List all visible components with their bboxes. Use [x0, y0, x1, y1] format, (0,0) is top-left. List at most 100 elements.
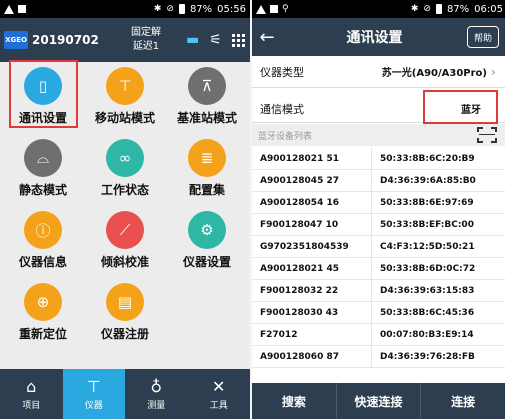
- tile-config-set[interactable]: ≣ 配置集: [166, 136, 248, 200]
- device-name: A900128060 87: [252, 346, 372, 367]
- location-pin-icon: ♁: [150, 376, 163, 396]
- tile-base-mode[interactable]: ⊼ 基准站模式: [166, 64, 248, 128]
- tab-project[interactable]: ⌂ 项目: [0, 369, 63, 419]
- receiver-settings-icon: ⚙: [188, 211, 226, 249]
- device-row[interactable]: F900128030 43 50:33:8B:6C:45:36: [252, 302, 505, 324]
- device-name: F27012: [252, 324, 372, 345]
- action-bar: 搜索 快速连接 连接: [252, 383, 505, 419]
- app-header: XGEO 20190702 固定解 延迟1 ▬ ⚟: [0, 18, 250, 62]
- fix-info: 固定解 延迟1: [112, 26, 180, 54]
- battery-level: 87%: [189, 3, 213, 15]
- battery-icon: [178, 4, 185, 14]
- highlight-comm-settings: [9, 60, 78, 128]
- device-name: A900128021 51: [252, 148, 372, 169]
- clock: 05:56: [217, 3, 246, 15]
- device-row[interactable]: A900128045 27 D4:36:39:6A:85:B0: [252, 170, 505, 192]
- device-list-title: 蓝牙设备列表: [258, 131, 313, 142]
- no-signal-icon: ⊘: [166, 4, 174, 14]
- satellite-icon[interactable]: ⚟: [209, 32, 222, 48]
- static-receiver-icon: ⌓: [24, 139, 62, 177]
- device-name: A900128021 45: [252, 258, 372, 279]
- register-icon: ▤: [106, 283, 144, 321]
- fix-status: 固定解: [131, 27, 161, 38]
- no-signal-icon: ⊘: [423, 4, 431, 14]
- app-logo: XGEO: [4, 31, 28, 49]
- device-type-row[interactable]: 仪器类型 苏一光(A90/A30Pro) ›: [252, 56, 505, 88]
- quick-connect-button[interactable]: 快速连接: [337, 383, 422, 419]
- highlight-comm-mode: [423, 90, 498, 124]
- comm-mode-label: 通信模式: [260, 102, 304, 116]
- device-mac: D4:36:39:63:15:83: [380, 285, 475, 296]
- warning-icon: [4, 4, 14, 14]
- receiver-status-icon[interactable]: ▬: [186, 32, 199, 48]
- back-arrow-icon[interactable]: ←: [252, 27, 282, 48]
- tile-instrument-register[interactable]: ▤ 仪器注册: [84, 280, 166, 344]
- connect-button[interactable]: 连接: [421, 383, 505, 419]
- device-row[interactable]: A900128054 16 50:33:8B:6E:97:69: [252, 192, 505, 214]
- device-name: A900128054 16: [252, 192, 372, 213]
- rover-receiver-icon: ⊤: [106, 67, 144, 105]
- tab-instrument[interactable]: ⊤ 仪器: [62, 369, 125, 419]
- device-type-value: 苏一光(A90/A30Pro): [381, 68, 487, 79]
- tools-icon: ✕: [212, 376, 226, 396]
- device-row[interactable]: A900128021 45 50:33:8B:6D:0C:72: [252, 258, 505, 280]
- device-name: F900128030 43: [252, 302, 372, 323]
- search-button[interactable]: 搜索: [252, 383, 337, 419]
- tile-static-mode[interactable]: ⌓ 静态模式: [2, 136, 84, 200]
- device-mac: 50:33:8B:6D:0C:72: [380, 263, 476, 274]
- help-button[interactable]: 帮助: [467, 26, 499, 48]
- project-date: 20190702: [32, 33, 99, 47]
- info-receiver-icon: ⓘ: [24, 211, 62, 249]
- notification-icon: [18, 5, 26, 13]
- device-row[interactable]: F27012 00:07:80:B3:E9:14: [252, 324, 505, 346]
- device-name: G9702351804539: [252, 236, 372, 257]
- device-type-label: 仪器类型: [260, 65, 304, 79]
- delay-status: 延迟1: [132, 41, 160, 52]
- comm-settings-screen: ⚲ ✱ ⊘ 87% 06:05 ← 通讯设置 帮助 仪器类型 苏一光(A90/A…: [252, 0, 505, 419]
- tile-tilt-calibration[interactable]: ⟋ 倾斜校准: [84, 208, 166, 272]
- bluetooth-icon: ✱: [153, 4, 162, 14]
- warning-icon: [256, 4, 266, 14]
- device-mac: 50:33:8B:6E:97:69: [380, 197, 474, 208]
- device-mac: 00:07:80:B3:E9:14: [380, 329, 474, 340]
- instrument-menu-screen: ✱ ⊘ 87% 05:56 XGEO 20190702 固定解 延迟1 ▬ ⚟ …: [0, 0, 250, 419]
- link-icon: ∞: [106, 139, 144, 177]
- notification-icon: [270, 5, 278, 13]
- scan-qr-icon[interactable]: [477, 127, 497, 143]
- relocate-icon: ⊕: [24, 283, 62, 321]
- tile-rover-mode[interactable]: ⊤ 移动站模式: [84, 64, 166, 128]
- base-station-icon: ⊼: [188, 67, 226, 105]
- bottom-tab-bar: ⌂ 项目 ⊤ 仪器 ♁ 测量 ✕ 工具: [0, 369, 250, 419]
- device-name: F900128047 10: [252, 214, 372, 235]
- device-name: F900128032 22: [252, 280, 372, 301]
- device-list-header: 蓝牙设备列表: [252, 124, 505, 146]
- device-row[interactable]: F900128047 10 50:33:8B:EF:BC:00: [252, 214, 505, 236]
- chevron-right-icon: ›: [491, 64, 496, 79]
- device-mac: 50:33:8B:6C:45:36: [380, 307, 475, 318]
- device-name: A900128045 27: [252, 170, 372, 191]
- tile-relocate[interactable]: ⊕ 重新定位: [2, 280, 84, 344]
- bluetooth-icon: ✱: [410, 4, 419, 14]
- page-title: 通讯设置: [346, 30, 403, 46]
- tile-instrument-info[interactable]: ⓘ 仪器信息: [2, 208, 84, 272]
- clock: 06:05: [474, 3, 503, 15]
- tab-tools[interactable]: ✕ 工具: [188, 369, 251, 419]
- device-mac: 50:33:8B:EF:BC:00: [380, 219, 474, 230]
- tilt-icon: ⟋: [106, 211, 144, 249]
- status-bar: ✱ ⊘ 87% 05:56: [0, 0, 250, 18]
- tile-work-status[interactable]: ∞ 工作状态: [84, 136, 166, 200]
- battery-level: 87%: [446, 3, 470, 15]
- device-mac: C4:F3:12:5D:50:21: [380, 241, 475, 252]
- tab-measure[interactable]: ♁ 测量: [125, 369, 188, 419]
- receiver-icon: ⊤: [86, 376, 101, 396]
- device-row[interactable]: G9702351804539 C4:F3:12:5D:50:21: [252, 236, 505, 258]
- battery-icon: [435, 4, 442, 14]
- tile-instrument-settings[interactable]: ⚙ 仪器设置: [166, 208, 248, 272]
- device-mac: 50:33:8B:6C:20:B9: [380, 153, 475, 164]
- device-row[interactable]: A900128060 87 D4:36:39:76:28:FB: [252, 346, 505, 368]
- app-grid-icon[interactable]: [231, 33, 245, 47]
- device-mac: D4:36:39:76:28:FB: [380, 351, 475, 362]
- device-row[interactable]: F900128032 22 D4:36:39:63:15:83: [252, 280, 505, 302]
- device-row[interactable]: A900128021 51 50:33:8B:6C:20:B9: [252, 148, 505, 170]
- page-header: ← 通讯设置 帮助: [252, 18, 505, 56]
